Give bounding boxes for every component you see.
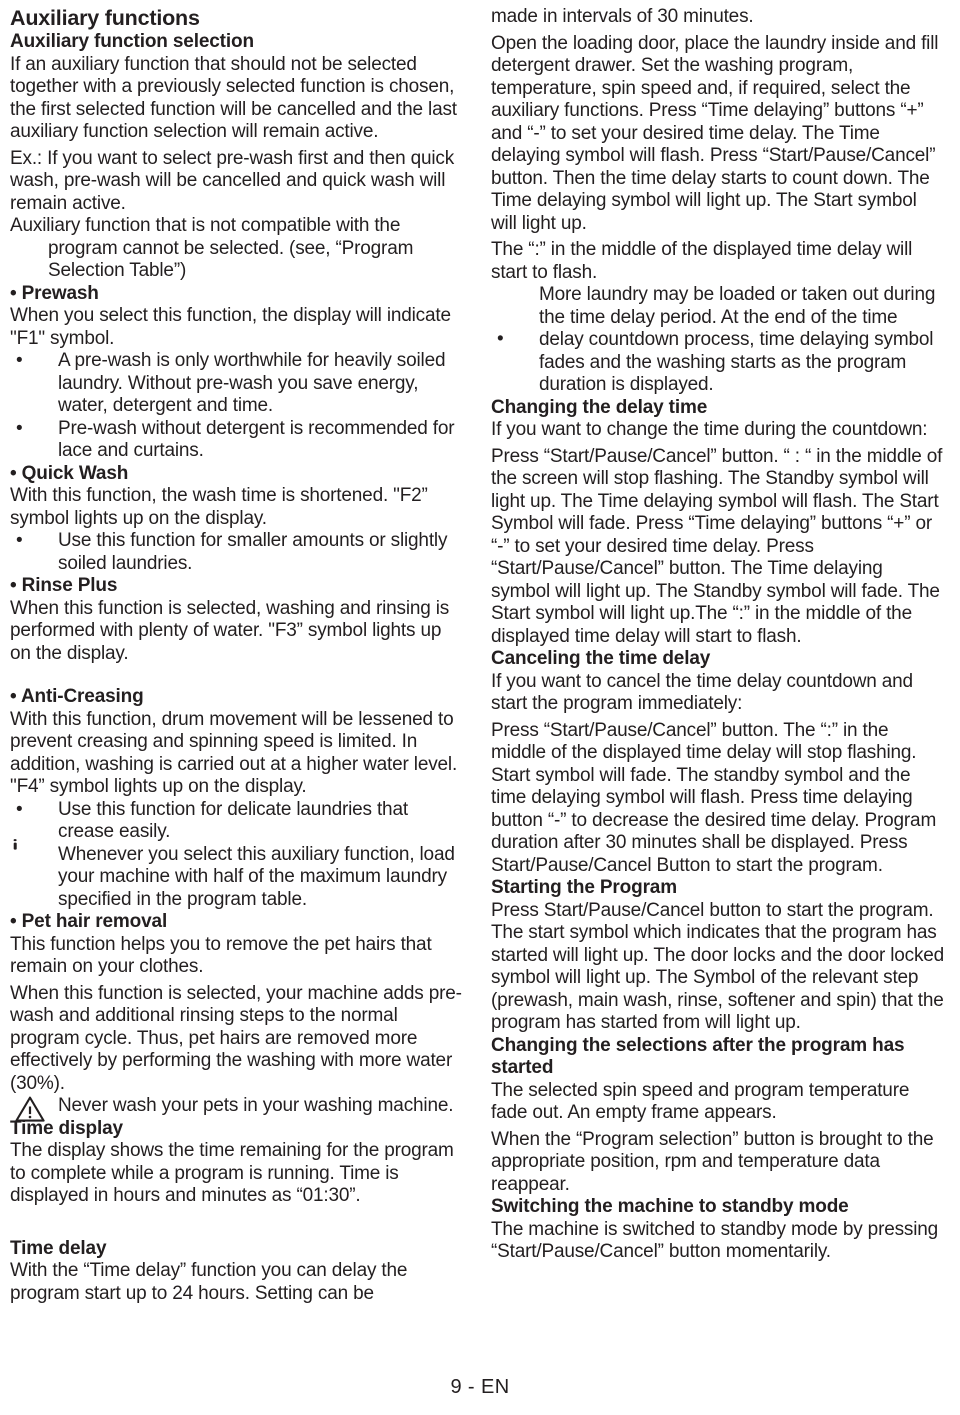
pet-hair-body-2: When this function is selected, your mac… [10,982,462,1094]
anti-creasing-heading-label: Anti-Creasing [20,686,144,707]
list-item-text: Use this function for delicate laundries… [58,798,408,843]
prewash-heading: • Prewash [10,283,465,306]
bullet-icon: • [10,575,17,596]
bullet-icon: • [16,350,23,371]
list-item: • A pre-wash is only worthwhile for heav… [10,350,465,418]
auxiliary-example-paragraph: Ex.: If you want to select pre-wash firs… [10,147,455,214]
flash-note-paragraph: The “:” in the middle of the displayed t… [491,239,913,283]
info-icon [6,836,42,872]
pet-hair-body-1: This function helps you to remove the pe… [10,933,432,978]
list-item-text: Pre-wash without detergent is recommende… [58,417,455,462]
rinse-plus-body: When this function is selected, washing … [10,597,450,664]
rinse-plus-heading: • Rinse Plus [10,575,465,598]
manual-page: Auxiliary functions Auxiliary function s… [0,0,960,1415]
canceling-delay-lead: If you want to cancel the time delay cou… [491,670,913,715]
info-note-text: Whenever you select this auxiliary funct… [58,843,455,910]
changing-selections-body-1: The selected spin speed and program temp… [491,1079,910,1124]
right-column: made in intervals of 30 minutes. Open th… [491,6,946,1264]
time-display-heading: Time display [10,1117,123,1139]
anti-creasing-body: With this function, drum movement will b… [10,708,458,798]
bullet-icon: • [10,686,17,707]
warning-note-text: Never wash your pets in your washing mac… [58,1095,454,1116]
auxiliary-intro-paragraph: If an auxiliary function that should not… [10,53,457,143]
changing-selections-heading: Changing the selections after the progra… [491,1034,905,1079]
time-delay-heading: Time delay [10,1237,107,1259]
warning-triangle-icon [15,1096,45,1123]
changing-delay-lead: If you want to change the time during th… [491,419,928,440]
bullet-icon: • [16,417,23,439]
two-column-body: Auxiliary functions Auxiliary function s… [6,6,946,1305]
standby-mode-heading: Switching the machine to standby mode [491,1196,849,1217]
list-item: • Pre-wash without detergent is recommen… [10,418,465,463]
canceling-delay-body: Press “Start/Pause/Cancel” button. The “… [491,719,937,876]
time-delay-body: With the “Time delay” function you can d… [10,1260,408,1304]
left-column: Auxiliary functions Auxiliary function s… [6,6,465,1305]
list-item-text: A pre-wash is only worthwhile for heavil… [58,350,446,416]
quick-wash-heading: • Quick Wash [10,463,465,486]
bullet-icon: • [10,911,17,932]
changing-delay-body: Press “Start/Pause/Cancel” button. “ : “… [491,445,943,647]
time-delay-continued: made in intervals of 30 minutes. [491,6,754,27]
starting-program-body: Press Start/Pause/Cancel button to start… [491,899,945,1034]
rinse-plus-heading-label: Rinse Plus [21,575,118,596]
time-display-body: The display shows the time remaining for… [10,1140,454,1206]
setup-paragraph: Open the loading door, place the laundry… [491,32,939,234]
not-compatible-paragraph: Auxiliary function that is not compatibl… [10,215,414,281]
bullet-icon: • [10,462,17,484]
pet-hair-heading-label: Pet hair removal [21,911,168,932]
anti-creasing-heading: • Anti-Creasing [10,686,465,709]
quick-wash-body: With this function, the wash time is sho… [10,485,428,529]
changing-delay-heading: Changing the delay time [491,396,708,418]
list-item: • More laundry may be loaded or taken ou… [491,284,946,397]
pet-hair-heading: • Pet hair removal [10,911,465,934]
bullet-icon: • [16,798,23,820]
canceling-delay-heading: Canceling the time delay [491,648,711,669]
list-item-text: Use this function for smaller amounts or… [58,530,448,574]
list-item: • Use this function for delicate laundri… [10,799,465,844]
page-title: Auxiliary functions [10,6,200,30]
section-subtitle: Auxiliary function selection [10,31,254,52]
prewash-body: When you select this function, the displ… [10,305,451,349]
warning-note: Never wash your pets in your washing mac… [10,1095,465,1122]
bullet-icon: • [16,530,23,551]
list-item: • Use this function for smaller amounts … [10,530,465,575]
standby-mode-body: The machine is switched to standby mode … [491,1218,939,1263]
changing-selections-body-2: When the “Program selection” button is b… [491,1128,934,1195]
info-note: Whenever you select this auxiliary funct… [6,836,465,912]
quick-wash-heading-label: Quick Wash [21,462,129,484]
bullet-icon: • [497,328,504,350]
list-item-text: More laundry may be loaded or taken out … [539,284,936,395]
prewash-heading-label: Prewash [21,282,99,304]
bullet-icon: • [10,282,17,304]
starting-program-heading: Starting the Program [491,877,677,898]
page-footer: 9 - EN [450,1376,510,1398]
